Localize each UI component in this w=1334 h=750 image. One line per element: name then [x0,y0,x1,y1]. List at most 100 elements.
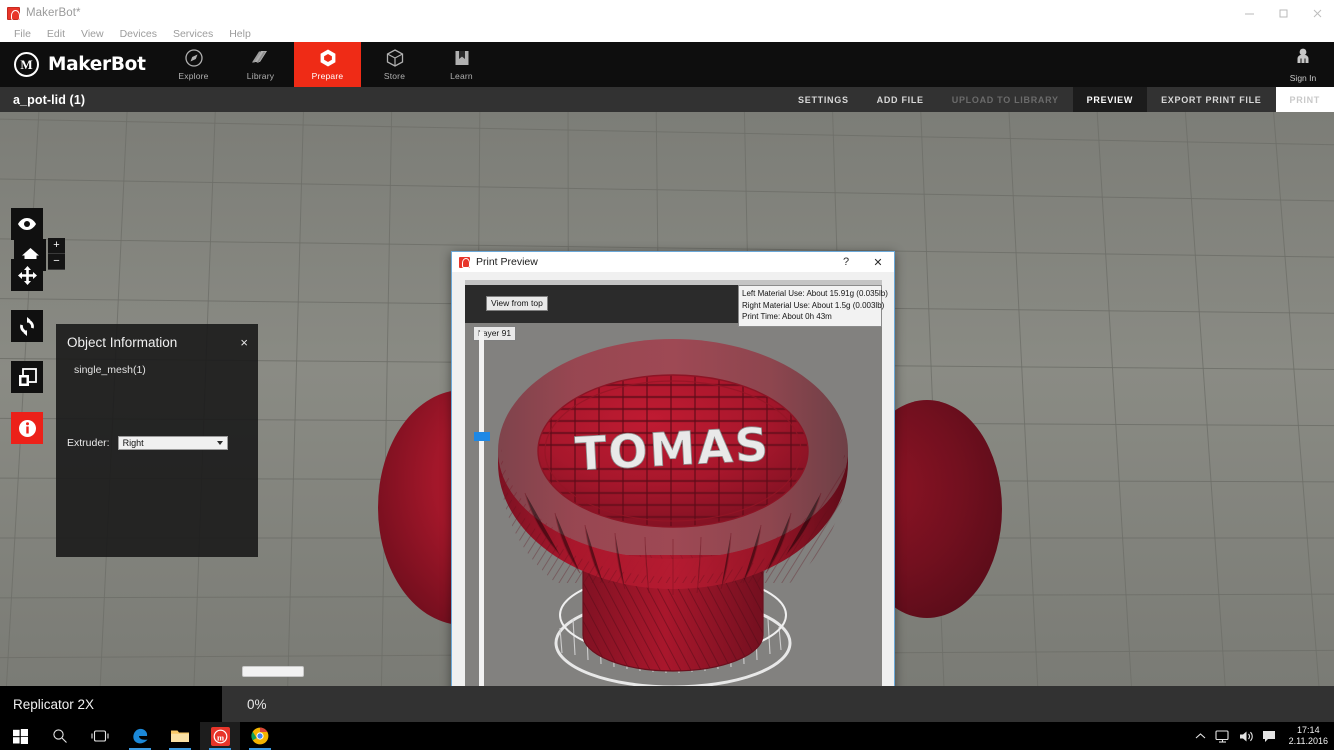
nav-item-prepare-label: Prepare [311,71,344,81]
view-tool-button[interactable] [11,208,43,240]
minimize-icon[interactable] [1232,0,1266,26]
zoom-in-button[interactable]: + [48,238,65,254]
print-preview-dialog: Print Preview ? ✕ TOMAS Layer 91 View fr… [451,251,895,686]
sliced-model-render: TOMAS [465,323,882,686]
left-material-use: Left Material Use: About 15.91g (0.035lb… [742,289,888,298]
print-time: Print Time: About 0h 43m [742,312,832,321]
monitor-network-icon[interactable] [1215,729,1230,743]
build-plate-viewport[interactable]: + − Object Information × single_mesh(1) … [0,112,1334,686]
speaker-icon[interactable] [1239,730,1253,743]
chrome-button[interactable] [240,722,280,750]
object-information-header: Object Information × [56,324,258,350]
windows-icon [12,728,28,744]
compass-icon [184,48,204,68]
move-arrows-icon [17,265,37,285]
info-icon [18,419,36,437]
menu-item-services[interactable]: Services [165,26,221,42]
maximize-icon[interactable] [1266,0,1300,26]
folder-icon [171,730,189,742]
settings-button[interactable]: SETTINGS [784,87,863,112]
scale-tool-button[interactable] [11,361,43,393]
menu-item-view[interactable]: View [73,26,112,42]
windows-taskbar: m 17:14 2.11.2016 [0,722,1334,750]
extruder-select-value: Right [122,438,144,448]
object-information-panel: Object Information × single_mesh(1) Extr… [56,324,304,677]
layer-slider-track[interactable] [479,332,484,686]
menu-bar: File Edit View Devices Services Help [0,26,1334,42]
nav-item-learn-label: Learn [450,71,473,81]
sign-in-button[interactable]: Sign In [1272,42,1334,87]
menu-item-devices[interactable]: Devices [112,26,165,42]
nav-item-learn[interactable]: Learn [428,42,495,87]
brand-name: MakerBot [48,54,146,75]
print-estimate-info-box: Left Material Use: About 15.91g (0.035lb… [738,285,888,327]
preview-button[interactable]: PREVIEW [1072,87,1148,112]
nav-item-store-label: Store [383,71,406,81]
svg-text:TOMAS: TOMAS [574,417,772,481]
user-icon [1293,47,1313,70]
extruder-label: Extruder: [67,437,110,449]
printer-name-label: Replicator 2X [0,686,222,722]
nav-item-library[interactable]: Library [227,42,294,87]
right-material-use: Right Material Use: About 1.5g (0.003lb) [742,300,885,310]
print-preview-pane[interactable]: TOMAS Layer 91 Show Travel Moves View fr… [465,280,888,686]
move-tool-button[interactable] [11,259,43,291]
task-view-button[interactable] [80,722,120,750]
svg-text:m: m [216,732,223,742]
chrome-icon [251,727,269,745]
makerbot-icon: m [210,726,230,746]
makerbot-logo: MakerBot [0,42,160,87]
layers-icon [250,48,271,68]
menu-item-help[interactable]: Help [221,26,259,42]
speech-bubble-icon[interactable] [1262,730,1276,743]
eye-icon [18,218,36,230]
nav-item-library-label: Library [246,71,275,81]
rotate-tool-button[interactable] [11,310,43,342]
add-file-button[interactable]: ADD FILE [863,87,938,112]
edge-button[interactable] [120,722,160,750]
makerbot-icon [459,256,470,268]
box-icon [385,48,405,68]
cube-hex-icon [318,48,338,68]
nav-item-explore-label: Explore [178,71,209,81]
view-from-top-button[interactable]: View from top [486,296,548,311]
export-print-file-button[interactable]: EXPORT PRINT FILE [1147,87,1275,112]
close-icon[interactable] [1300,0,1334,26]
print-preview-window-controls: ? ✕ [830,252,894,272]
menu-item-file[interactable]: File [6,26,39,42]
window-title-bar: MakerBot* [0,0,1334,26]
search-button[interactable] [40,722,80,750]
makerbot-icon [7,6,20,21]
task-view-icon [91,730,109,742]
window-controls [1232,0,1334,26]
object-value-field[interactable] [242,666,304,677]
help-button[interactable]: ? [830,252,862,272]
book-icon [452,48,472,68]
search-icon [53,729,67,743]
system-tray: 17:14 2.11.2016 [1195,722,1334,750]
file-name-label: a_pot-lid (1) [13,92,86,107]
nav-item-prepare[interactable]: Prepare [294,42,361,87]
menu-item-edit[interactable]: Edit [39,26,73,42]
progress-label: 0% [222,686,1334,722]
print-preview-title-bar: Print Preview ? ✕ [452,252,894,272]
taskbar-clock[interactable]: 17:14 2.11.2016 [1285,725,1328,747]
object-information-title: Object Information [67,335,178,350]
nav-item-store[interactable]: Store [361,42,428,87]
nav-item-explore[interactable]: Explore [160,42,227,87]
zoom-out-button[interactable]: − [48,254,65,270]
chevron-up-icon[interactable] [1195,732,1206,741]
extruder-select[interactable]: Right [117,436,228,450]
makerbot-mark-icon [14,52,39,77]
layer-slider-handle[interactable] [474,432,490,441]
rotate-icon [20,316,34,336]
file-explorer-button[interactable] [160,722,200,750]
makerbot-button[interactable]: m [200,722,240,750]
sign-in-label: Sign In [1289,72,1317,83]
clock-date: 2.11.2016 [1288,736,1328,746]
preview-canvas[interactable]: TOMAS Layer 91 Show Travel Moves [465,323,882,686]
close-icon[interactable]: × [240,336,248,349]
close-icon[interactable]: ✕ [862,252,894,272]
info-tool-button[interactable] [11,412,43,444]
start-button[interactable] [0,722,40,750]
